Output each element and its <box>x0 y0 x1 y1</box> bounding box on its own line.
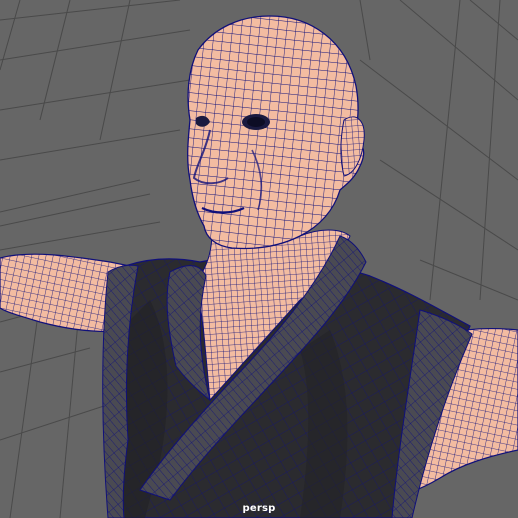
camera-name-label: persp <box>242 503 276 514</box>
scene-canvas[interactable] <box>0 0 518 518</box>
persp-viewport[interactable]: persp <box>0 0 518 518</box>
head-mesh[interactable] <box>187 15 365 250</box>
